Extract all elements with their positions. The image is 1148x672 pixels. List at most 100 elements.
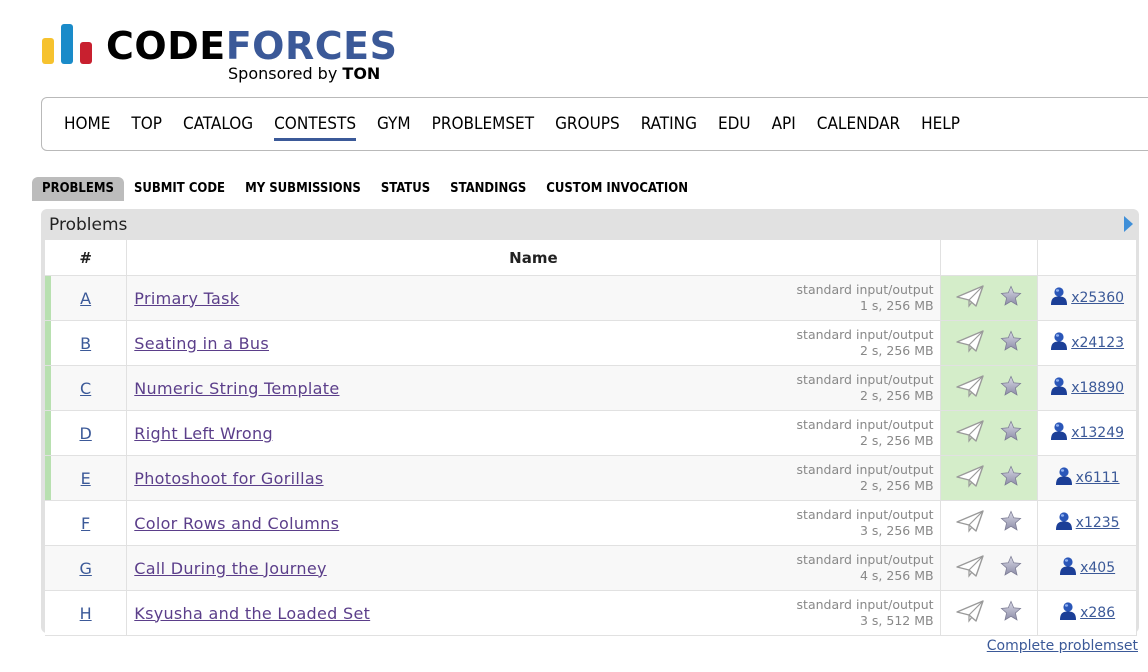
problem-name-link[interactable]: Seating in a Bus: [134, 334, 269, 353]
problem-id-link[interactable]: F: [81, 514, 90, 533]
submit-paper-plane-icon[interactable]: [956, 374, 984, 402]
problem-name-cell: Right Left Wrong standard input/output 2 s…: [126, 410, 941, 456]
problem-io-type: standard input/output: [796, 372, 934, 387]
solved-count-link[interactable]: x1235: [1076, 515, 1120, 531]
problem-name-link[interactable]: Call During the Journey: [134, 559, 326, 578]
table-row: H Ksyusha and the Loaded Set standard inpu…: [45, 590, 1137, 636]
menu-item-calendar[interactable]: CALENDAR: [817, 112, 900, 136]
problem-id-link[interactable]: E: [81, 469, 91, 488]
submit-paper-plane-icon[interactable]: [956, 329, 984, 357]
complete-problemset-link[interactable]: Complete problemset: [987, 638, 1138, 654]
solved-count-link[interactable]: x18890: [1071, 380, 1124, 396]
problem-id-link[interactable]: D: [79, 424, 91, 443]
main-menu: HOME TOP CATALOG CONTESTS GYM PROBLEMSET GROUP…: [41, 97, 1148, 151]
solved-count-link[interactable]: x286: [1080, 605, 1115, 621]
menu-item-home[interactable]: HOME: [64, 112, 110, 136]
problem-id-link[interactable]: G: [79, 559, 91, 578]
menu-item-rating[interactable]: RATING: [641, 112, 697, 136]
favourite-star-icon[interactable]: [1000, 510, 1022, 536]
favourite-star-icon[interactable]: [1000, 285, 1022, 311]
table-row: F Color Rows and Columns standard input/ou…: [45, 500, 1137, 546]
menu-item-top[interactable]: TOP: [131, 112, 162, 136]
solved-count-link[interactable]: x13249: [1071, 425, 1124, 441]
problem-limits: standard input/output 3 s, 256 MB: [797, 507, 934, 539]
solved-count-link[interactable]: x6111: [1076, 470, 1120, 486]
solved-count-link[interactable]: x405: [1080, 560, 1115, 576]
problem-name-link[interactable]: Color Rows and Columns: [134, 514, 339, 533]
table-row: C Numeric String Template standard input/o…: [45, 365, 1137, 411]
submenu-item-status[interactable]: STATUS: [371, 177, 440, 201]
menu-item-contests[interactable]: CONTESTS: [274, 112, 356, 141]
favourite-star-icon[interactable]: [1000, 465, 1022, 491]
favourite-star-icon[interactable]: [1000, 600, 1022, 626]
menu-item-groups[interactable]: GROUPS: [555, 112, 620, 136]
solved-count-cell: x6111: [1037, 455, 1137, 501]
problem-name-cell: Numeric String Template standard input/ou…: [126, 365, 941, 411]
solved-count-cell: x286: [1037, 590, 1137, 636]
problem-io-type: standard input/output: [796, 462, 934, 477]
problem-name-link[interactable]: Right Left Wrong: [134, 424, 273, 443]
submit-paper-plane-icon[interactable]: [956, 599, 984, 627]
column-header-actions: [940, 240, 1039, 276]
menu-item-help[interactable]: HELP: [921, 112, 960, 136]
column-header-solved-count: [1037, 240, 1137, 276]
problem-id-cell: A: [45, 275, 128, 321]
user-icon: [1055, 511, 1073, 535]
problem-name-cell: Ksyusha and the Loaded Set standard input…: [126, 590, 941, 636]
problem-name-link[interactable]: Ksyusha and the Loaded Set: [134, 604, 370, 623]
problem-id-link[interactable]: A: [80, 289, 91, 308]
favourite-star-icon[interactable]: [1000, 555, 1022, 581]
solved-count-link[interactable]: x25360: [1071, 290, 1124, 306]
problem-id-cell: B: [45, 320, 128, 366]
solved-count-cell: x13249: [1037, 410, 1137, 456]
menu-item-problemset[interactable]: PROBLEMSET: [432, 112, 534, 136]
solved-count-cell: x1235: [1037, 500, 1137, 546]
menu-item-api[interactable]: API: [772, 112, 796, 136]
favourite-star-icon[interactable]: [1000, 330, 1022, 356]
menu-item-gym[interactable]: GYM: [377, 112, 411, 136]
problem-limits: standard input/output 3 s, 512 MB: [797, 597, 934, 629]
problem-actions-cell: [940, 320, 1039, 366]
problem-io-type: standard input/output: [796, 597, 934, 612]
problem-id-link[interactable]: B: [80, 334, 91, 353]
problem-actions-cell: [940, 365, 1039, 411]
problem-id-cell: E: [45, 455, 128, 501]
submit-paper-plane-icon[interactable]: [956, 419, 984, 447]
menu-item-edu[interactable]: EDU: [718, 112, 751, 136]
codeforces-logo[interactable]: CODEFORCES Sponsored by TON: [40, 22, 400, 86]
problem-time-memory: 4 s, 256 MB: [859, 568, 934, 583]
problem-actions-cell: [940, 410, 1039, 456]
submit-paper-plane-icon[interactable]: [956, 554, 984, 582]
submenu-item-custom-invocation[interactable]: CUSTOM INVOCATION: [536, 177, 698, 201]
favourite-star-icon[interactable]: [1000, 420, 1022, 446]
submit-paper-plane-icon[interactable]: [956, 464, 984, 492]
submenu-item-submit-code[interactable]: SUBMIT CODE: [124, 177, 235, 201]
submit-paper-plane-icon[interactable]: [956, 509, 984, 537]
problem-id-link[interactable]: C: [80, 379, 91, 398]
problem-name-link[interactable]: Photoshoot for Gorillas: [134, 469, 323, 488]
panel-collapse-arrow-icon[interactable]: [1124, 216, 1133, 232]
submenu-item-my-submissions[interactable]: MY SUBMISSIONS: [235, 177, 371, 201]
submit-paper-plane-icon[interactable]: [956, 284, 984, 312]
solved-count-link[interactable]: x24123: [1071, 335, 1124, 351]
table-header-row: # Name: [45, 240, 1137, 276]
problem-io-type: standard input/output: [796, 282, 934, 297]
favourite-star-icon[interactable]: [1000, 375, 1022, 401]
problem-limits: standard input/output 2 s, 256 MB: [797, 462, 934, 494]
problem-actions-cell: [940, 455, 1039, 501]
table-row: B Seating in a Bus standard input/output 2 …: [45, 320, 1137, 366]
problems-table: # Name A Primary Task standard input/outpu…: [45, 240, 1137, 636]
submenu-item-problems[interactable]: PROBLEMS: [32, 177, 124, 201]
problem-time-memory: 2 s, 256 MB: [859, 343, 934, 358]
problem-id-cell: C: [45, 365, 128, 411]
menu-item-catalog[interactable]: CATALOG: [183, 112, 253, 136]
problem-id-cell: H: [45, 590, 128, 636]
problem-id-link[interactable]: H: [80, 604, 92, 623]
submenu-item-standings[interactable]: STANDINGS: [440, 177, 536, 201]
problem-name-link[interactable]: Numeric String Template: [134, 379, 339, 398]
problem-actions-cell: [940, 590, 1039, 636]
problem-name-link[interactable]: Primary Task: [134, 289, 239, 308]
problem-time-memory: 2 s, 256 MB: [859, 433, 934, 448]
problem-time-memory: 3 s, 256 MB: [859, 523, 934, 538]
column-header-name: Name: [126, 240, 941, 276]
